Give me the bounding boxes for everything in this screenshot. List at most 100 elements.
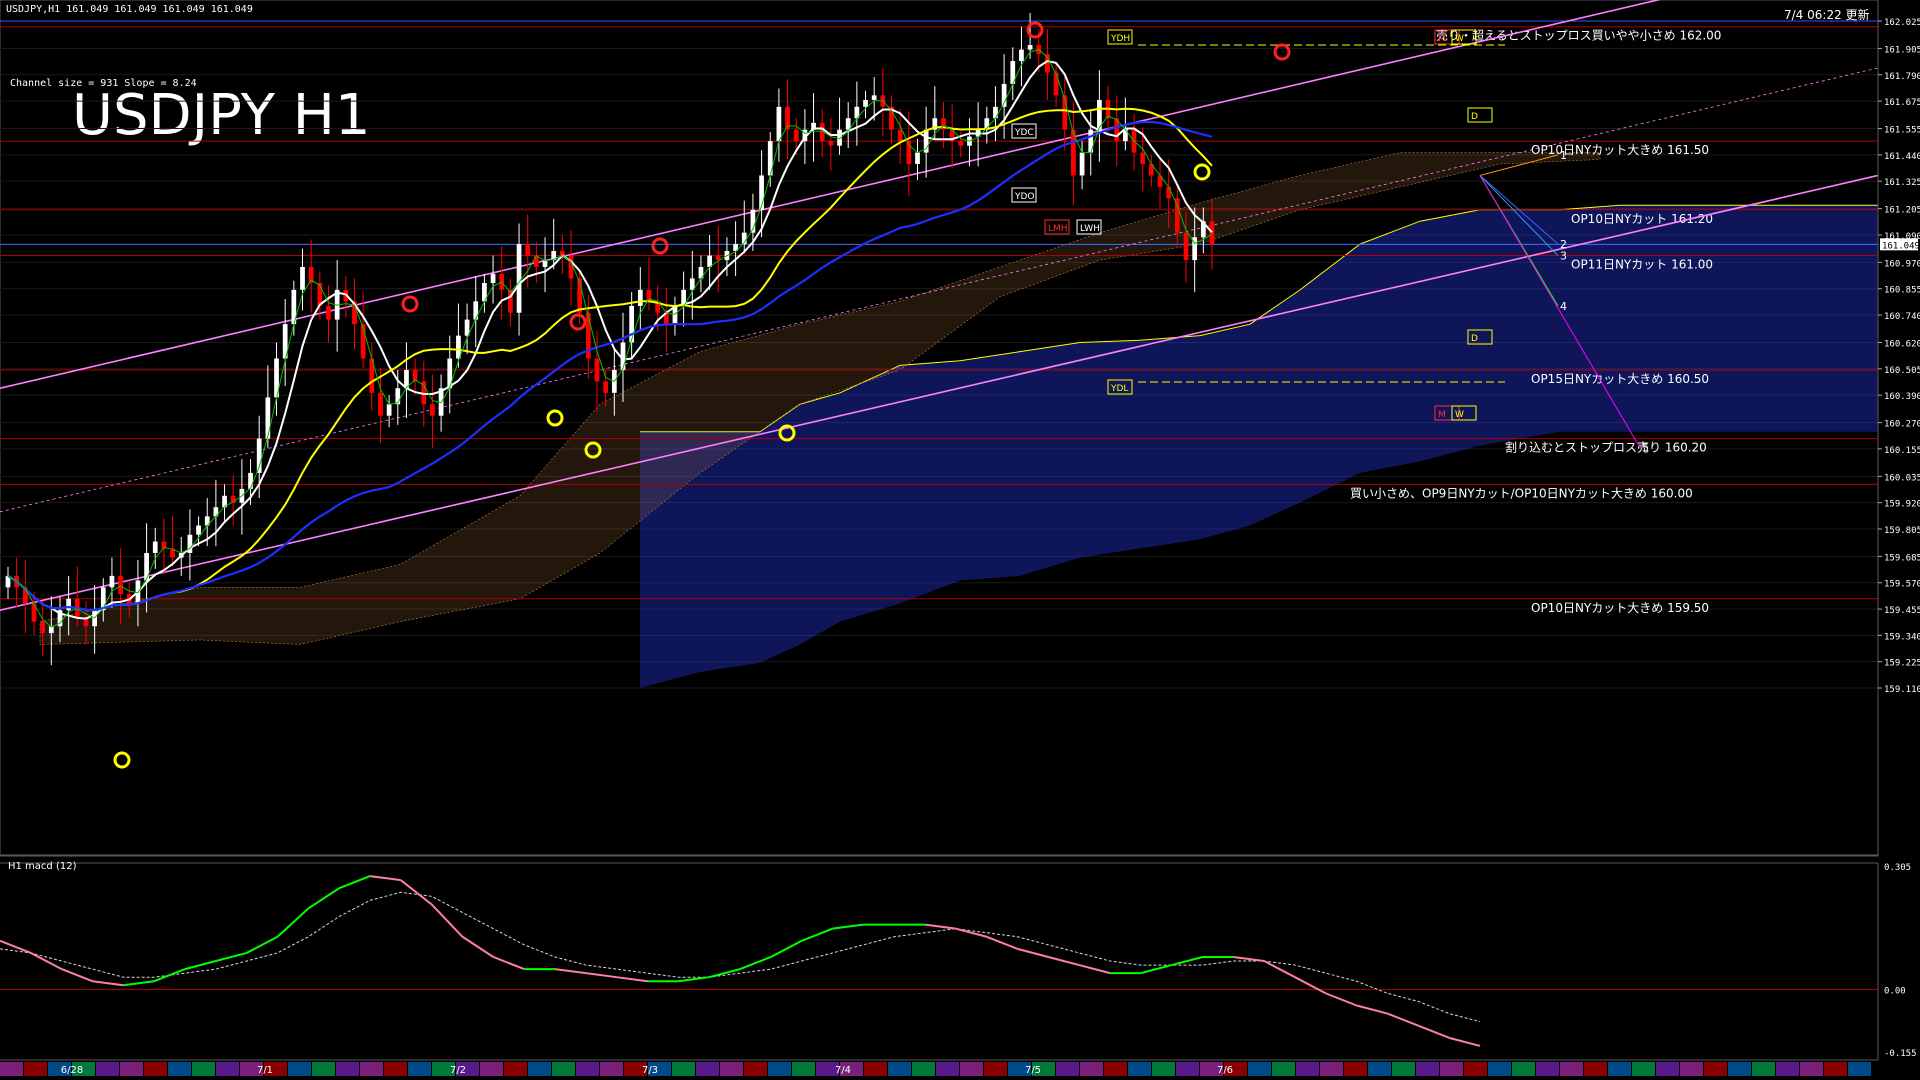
candle-body — [248, 472, 253, 489]
date-label: 6/28 — [61, 1065, 83, 1076]
date-band-cell — [480, 1062, 503, 1076]
price-tick-label: 159.110 — [1884, 685, 1920, 695]
price-tick-label: 162.025 — [1884, 18, 1920, 28]
macd-segment — [215, 951, 247, 962]
candle-body — [828, 141, 834, 146]
price-tick-label: 161.790 — [1884, 72, 1920, 82]
macd-segment — [1048, 956, 1080, 967]
date-label: 7/3 — [642, 1065, 658, 1076]
date-band-cell — [96, 1062, 119, 1076]
candle-body — [386, 404, 392, 416]
date-band-cell — [1464, 1062, 1487, 1076]
date-band-cell — [1128, 1062, 1151, 1076]
candle-body — [958, 141, 964, 146]
macd-title: H1 macd (12) — [8, 861, 77, 872]
macd-segment — [276, 907, 310, 938]
candle-body — [1079, 152, 1085, 176]
macd-segment — [678, 976, 710, 983]
price-tick-label: 160.155 — [1884, 446, 1920, 456]
price-tick-label: 159.920 — [1884, 500, 1920, 510]
w-label: W — [1455, 34, 1464, 44]
candle-body — [430, 404, 435, 416]
candle-body — [516, 244, 522, 313]
d-label-lower: D — [1471, 334, 1478, 344]
price-tick-label: 161.905 — [1884, 45, 1920, 55]
date-band-cell — [1800, 1062, 1823, 1076]
date-band-cell — [576, 1062, 599, 1076]
candle-body — [118, 575, 123, 595]
macd-segment — [955, 927, 987, 938]
macd-segment — [307, 887, 340, 910]
date-band-cell — [1320, 1062, 1343, 1076]
ydo-label: YDO — [1014, 192, 1035, 202]
date-band-cell — [1632, 1062, 1655, 1076]
date-band-cell — [312, 1062, 335, 1076]
date-band-cell — [672, 1062, 695, 1076]
candle-body — [993, 106, 998, 119]
macd-segment — [1356, 1004, 1388, 1015]
fractal-low-marker — [1193, 163, 1211, 181]
macd-segment — [1448, 1036, 1481, 1047]
candle-body — [1053, 72, 1059, 96]
price-tick-label: 159.225 — [1884, 659, 1920, 669]
date-band-cell — [288, 1062, 311, 1076]
date-band-cell — [1704, 1062, 1727, 1076]
date-band-cell — [1536, 1062, 1559, 1076]
date-band-cell — [792, 1062, 815, 1076]
lmh-label: LMH — [1048, 224, 1068, 234]
date-band-cell — [1392, 1062, 1415, 1076]
macd-segment — [616, 976, 648, 983]
date-band-cell — [768, 1062, 791, 1076]
date-band-cell — [936, 1062, 959, 1076]
macd-segment — [924, 923, 956, 930]
date-band-cell — [168, 1062, 191, 1076]
update-timestamp: 7/4 06:22 更新 — [1784, 7, 1870, 22]
level-label: OP10日NYカット大きめ 159.50 — [1531, 601, 1709, 615]
candle-body — [534, 255, 539, 267]
macd-segment — [1233, 955, 1265, 963]
macd-segment — [369, 875, 401, 882]
date-band-cell — [1272, 1062, 1295, 1076]
candle-body — [66, 598, 71, 611]
price-tick-label: 161.325 — [1884, 178, 1920, 188]
chart-info: USDJPY,H1 161.049 161.049 161.049 161.04… — [6, 4, 253, 15]
date-label: 7/1 — [257, 1065, 273, 1076]
price-tick-label: 159.340 — [1884, 632, 1920, 642]
date-band-cell — [960, 1062, 983, 1076]
date-band-cell — [1080, 1062, 1103, 1076]
date-band-cell — [552, 1062, 575, 1076]
macd-segment — [123, 980, 155, 987]
macd-segment — [92, 980, 124, 987]
chart-canvas[interactable]: USDJPY,H1 161.049 161.049 161.049 161.04… — [0, 0, 1920, 1080]
candle-body — [1183, 232, 1189, 261]
price-tick-label: 160.970 — [1884, 259, 1920, 269]
macd-segment — [30, 952, 63, 970]
w-label-lower: W — [1455, 410, 1464, 420]
projection-number: 4 — [1560, 300, 1567, 313]
macd-segment — [801, 927, 833, 942]
date-band-cell — [1584, 1062, 1607, 1076]
date-band-cell — [120, 1062, 143, 1076]
candle-body — [915, 152, 920, 165]
date-band-cell — [528, 1062, 551, 1076]
date-band-cell — [1656, 1062, 1679, 1076]
date-band-cell — [1776, 1062, 1799, 1076]
date-band-cell — [1824, 1062, 1847, 1076]
candle-body — [326, 305, 331, 320]
date-label: 7/2 — [450, 1065, 466, 1076]
macd-segment — [153, 968, 186, 983]
macd-segment — [430, 903, 464, 938]
macd-segment — [585, 972, 617, 979]
price-tick-label: 161.205 — [1884, 206, 1920, 216]
candle-body — [603, 381, 609, 393]
price-tick-label: 159.685 — [1884, 553, 1920, 563]
candle-body — [378, 392, 383, 416]
level-label: OP11日NYカット 161.00 — [1571, 258, 1713, 272]
candle-body — [1209, 221, 1215, 245]
price-tick-label: 160.855 — [1884, 286, 1920, 296]
macd-segment — [554, 968, 586, 975]
m-label-lower: M — [1438, 410, 1446, 420]
level-label: 買い小さめ、OP9日NYカット/OP10日NYカット大きめ 160.00 — [1350, 486, 1693, 500]
price-tick-label: 159.805 — [1884, 526, 1920, 536]
macd-tick-label: -0.155 — [1884, 1049, 1917, 1059]
